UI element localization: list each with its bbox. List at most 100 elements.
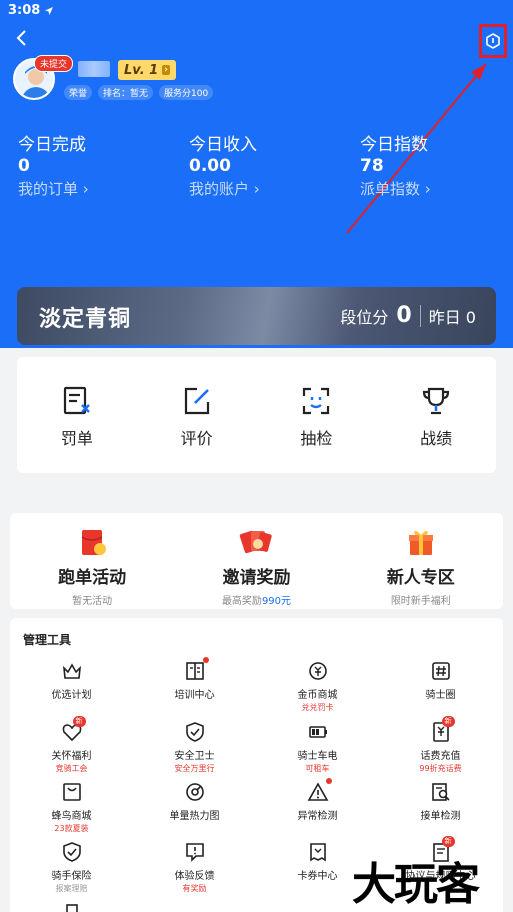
status-time: 3:08 — [8, 3, 41, 18]
tool-name: 卡券中心 — [297, 871, 338, 882]
tool-name: 话费充值 — [420, 751, 461, 762]
tool-name: 接单检测 — [420, 811, 461, 822]
quick-action-review[interactable]: 评价 — [137, 357, 257, 473]
tool-sub: 99折充话费 — [419, 764, 462, 773]
tool-sub: 可租车 — [305, 764, 330, 773]
stat-label: 今日完成 — [18, 135, 86, 155]
tool-sub: 23款夏装 — [54, 824, 89, 833]
tool-safety-guard[interactable]: 安全卫士 安全万里行 — [133, 721, 256, 774]
new-badge: 新 — [441, 836, 455, 847]
tool-training-center[interactable]: 培训中心 — [133, 657, 256, 701]
back-icon[interactable] — [10, 26, 34, 50]
heatmap-icon — [185, 783, 204, 801]
rank-card[interactable]: 淡定青铜 段位分 0 昨日 0 — [17, 287, 496, 345]
submission-badge: 未提交 — [34, 55, 74, 72]
tool-name: 优选计划 — [51, 690, 92, 701]
rider-profile-page: 3:08 未提交 Lv. 1 › 荣誉 排名：暂无 服务分100 今日完成 0 … — [0, 0, 513, 912]
cards-icon — [240, 530, 273, 554]
tool-partial[interactable] — [10, 901, 133, 912]
username-redacted — [78, 61, 110, 77]
service-score-link[interactable]: 服务分100 — [159, 85, 214, 100]
profile-header: 3:08 未提交 Lv. 1 › 荣誉 排名：暂无 服务分100 今日完成 0 … — [0, 0, 513, 348]
promo-subtitle: 暂无活动 — [72, 596, 113, 607]
dispatch-index-link[interactable]: 派单指数 › — [360, 178, 513, 199]
quick-action-inspection[interactable]: 抽检 — [257, 357, 377, 473]
ranking-link[interactable]: 排名：暂无 — [98, 85, 154, 100]
new-badge: 新 — [72, 716, 86, 727]
tool-order-heatmap[interactable]: 单量热力图 — [133, 781, 256, 822]
shield-icon — [185, 722, 204, 742]
shop-icon — [62, 783, 81, 801]
tool-rider-ebike[interactable]: 骑士车电 可租车 — [256, 721, 379, 774]
hexagon-settings-icon — [486, 33, 500, 49]
ticket-icon — [63, 386, 90, 415]
quick-action-label: 战绩 — [420, 429, 453, 448]
tool-name: 蜂鸟商城 — [51, 811, 92, 822]
status-bar: 3:08 — [8, 3, 54, 18]
trophy-icon — [423, 387, 450, 415]
honor-link[interactable]: 荣誉 — [64, 85, 93, 100]
warning-icon — [307, 782, 328, 801]
new-badge: 新 — [441, 716, 455, 727]
chevron-right-icon: › — [162, 65, 170, 75]
tool-anomaly-detection[interactable]: 异常检测 — [256, 778, 379, 822]
stat-today-index[interactable]: 今日指数 78 派单指数 › — [360, 130, 513, 199]
promo-invite-reward[interactable]: 邀请奖励 最高奖励990元 — [174, 513, 338, 609]
tool-name: 安全卫士 — [174, 751, 215, 762]
promo-run-activity[interactable]: 跑单活动 暂无活动 — [10, 513, 174, 609]
stat-label: 今日收入 — [189, 135, 257, 155]
stat-today-completed[interactable]: 今日完成 0 我的订单 › — [18, 130, 178, 199]
tool-phone-recharge[interactable]: 新 话费充值 99折充话费 — [379, 716, 502, 774]
feedback-icon — [185, 843, 204, 862]
quick-actions-card: 罚单 评价 抽检 战绩 — [17, 357, 496, 473]
tool-name: 骑士车电 — [297, 751, 338, 762]
rank-yesterday: 昨日 0 — [428, 307, 476, 327]
level-badge[interactable]: Lv. 1 › — [118, 60, 176, 80]
tool-preferred-plan[interactable]: 优选计划 — [10, 660, 133, 701]
tool-name: 培训中心 — [174, 690, 215, 701]
notification-dot — [325, 778, 332, 784]
tool-sub: 报案理赔 — [55, 884, 88, 893]
tool-name: 体验反馈 — [174, 871, 215, 882]
tool-rider-insurance[interactable]: 骑手保险 报案理赔 — [10, 841, 133, 894]
promo-newcomer-zone[interactable]: 新人专区 限时新手福利 — [339, 513, 503, 609]
crown-icon — [62, 663, 81, 679]
promo-title: 跑单活动 — [58, 568, 127, 588]
stat-value: 0 — [18, 156, 30, 176]
tool-order-acceptance-check[interactable]: 接单检测 — [379, 781, 502, 822]
my-orders-link[interactable]: 我的订单 › — [18, 178, 178, 199]
tool-hummingbird-mall[interactable]: 蜂鸟商城 23款夏装 — [10, 781, 133, 834]
stat-label: 今日指数 — [360, 135, 428, 155]
insurance-icon — [62, 842, 81, 862]
scan-face-icon — [303, 387, 330, 415]
book-icon — [185, 662, 204, 680]
my-account-link[interactable]: 我的账户 › — [189, 178, 349, 199]
tool-coin-mall[interactable]: 金币商城 兑兑罚卡 — [256, 660, 379, 713]
tool-care-welfare[interactable]: 新 关怀福利 竞骑工会 — [10, 716, 133, 774]
search-doc-icon — [431, 783, 450, 801]
tool-name: 金币商城 — [297, 690, 338, 701]
promo-subtitle-prefix: 最高奖励 — [221, 596, 262, 607]
level-text: Lv. 1 — [124, 62, 159, 78]
divider — [419, 304, 421, 327]
watermark-logo: 大玩客 — [352, 859, 480, 910]
promo-title: 邀请奖励 — [222, 568, 291, 588]
promo-title: 新人专区 — [386, 568, 455, 588]
tool-name: 异常检测 — [297, 811, 338, 822]
rank-score-value: 0 — [396, 303, 412, 328]
coin-icon — [308, 662, 327, 680]
tool-rider-circle[interactable]: 骑士圈 — [379, 660, 502, 701]
quick-action-record[interactable]: 战绩 — [376, 357, 496, 473]
bag-icon — [65, 904, 78, 912]
quick-action-label: 抽检 — [300, 429, 333, 448]
tool-experience-feedback[interactable]: 体验反馈 有奖励 — [133, 841, 256, 894]
stat-today-income[interactable]: 今日收入 0.00 我的账户 › — [189, 130, 349, 199]
tool-sub: 竞骑工会 — [55, 764, 88, 773]
notification-dot — [202, 657, 209, 663]
quick-action-ticket[interactable]: 罚单 — [17, 357, 137, 473]
settings-icon[interactable] — [479, 24, 507, 58]
hash-icon — [431, 662, 450, 680]
stat-value: 78 — [360, 156, 384, 176]
stat-value: 0.00 — [189, 156, 231, 176]
location-arrow-icon — [45, 6, 54, 15]
